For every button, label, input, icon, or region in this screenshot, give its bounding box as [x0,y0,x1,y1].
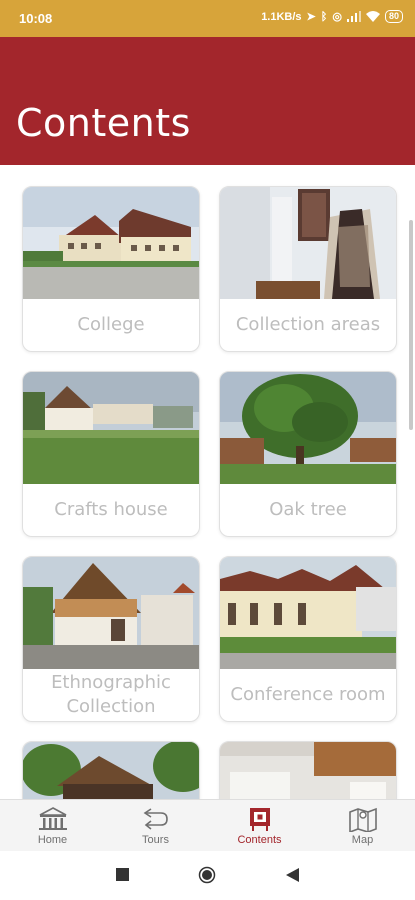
content-card-crafts-house[interactable]: Crafts house [22,371,200,537]
card-label: Collection areas [235,314,381,335]
nav-contents[interactable]: Contents [208,800,311,852]
card-label: College [77,314,145,335]
card-label: Oak tree [269,499,347,520]
app-header: Contents [0,37,415,165]
museum-icon [38,807,67,830]
route-icon [143,808,168,830]
wifi-icon [365,11,380,22]
costume-exhibit-photo [220,187,396,299]
college-building-photo [23,187,199,299]
content-card-collection-areas[interactable]: Collection areas [219,186,397,352]
bluetooth-icon: ᛒ [320,10,328,23]
content-card-pavilion[interactable] [22,741,200,799]
content-card-ethnographic-collection[interactable]: Ethnographic Collection [22,556,200,722]
card-label: Crafts house [54,499,168,520]
bottom-navigation: Home Tours Contents Map [0,799,415,852]
alarm-icon: ◎ [332,11,342,23]
card-label: Conference room [230,684,386,705]
network-speed: 1.1KB/s [261,10,302,23]
signal-icon [346,11,361,22]
nav-label: Home [37,834,68,846]
back-icon[interactable] [286,868,299,882]
status-time: 10:08 [19,11,53,26]
nav-tours[interactable]: Tours [104,800,207,852]
location-icon: ➤ [306,11,316,23]
map-icon [348,807,377,832]
nav-label: Tours [142,834,169,846]
battery-icon: 80 [384,10,403,23]
content-card-conference-room[interactable]: Conference room [219,556,397,722]
recents-icon[interactable] [116,868,129,881]
page-title: Contents [16,101,191,145]
interior-hall-photo [220,742,396,799]
nav-label: Map [351,834,374,846]
oak-tree-photo [220,372,396,484]
nav-map[interactable]: Map [311,800,414,852]
exhibit-frame-icon [249,808,270,831]
contents-grid[interactable]: College Collection areas Crafts house Oa… [0,165,415,799]
content-card-interior-hall[interactable] [219,741,397,799]
system-navigation [0,851,415,900]
home-button-icon[interactable] [198,866,216,884]
crafts-house-photo [23,372,199,484]
card-label: Ethnographic Collection [51,672,171,717]
status-bar: 10:08 1.1KB/s ➤ ᛒ ◎ 80 [0,0,415,37]
nav-label: Contents [237,834,282,846]
nav-home[interactable]: Home [1,800,104,852]
scrollbar[interactable] [409,220,413,430]
status-icons: 1.1KB/s ➤ ᛒ ◎ 80 [261,10,403,23]
conference-building-photo [220,557,396,669]
ethnographic-building-photo [23,557,199,669]
pavilion-photo [23,742,199,799]
content-card-college[interactable]: College [22,186,200,352]
content-card-oak-tree[interactable]: Oak tree [219,371,397,537]
